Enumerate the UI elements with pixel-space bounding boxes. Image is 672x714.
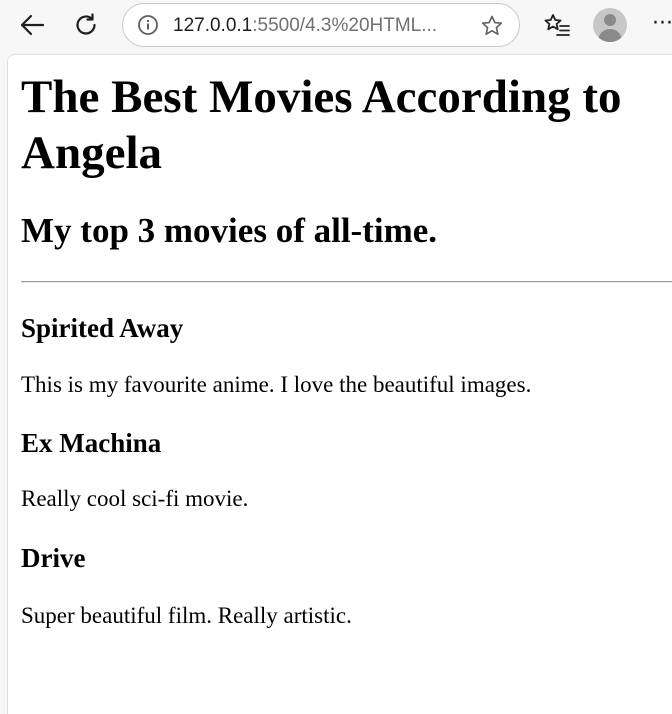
refresh-icon — [73, 12, 99, 38]
movie-description: Super beautiful film. Really artistic. — [21, 603, 352, 628]
more-menu-icon[interactable]: ··· — [652, 11, 672, 36]
movie-title: Ex Machina — [21, 428, 162, 458]
favorites-star-list-icon — [543, 12, 571, 38]
browser-toolbar: 127.0.0.1:5500/4.3%20HTML... ··· — [0, 0, 672, 54]
profile-avatar[interactable] — [593, 8, 627, 42]
movie-description: This is my favourite anime. I love the b… — [21, 372, 532, 397]
arrow-left-icon — [19, 14, 45, 36]
back-button[interactable] — [15, 8, 49, 42]
url-path: :5500/4.3%20HTML... — [252, 15, 438, 36]
avatar-body-shape — [598, 29, 622, 42]
favorites-button[interactable] — [540, 8, 574, 42]
avatar-head-shape — [604, 14, 616, 26]
movie-title: Spirited Away — [21, 313, 184, 343]
site-info-icon[interactable] — [137, 14, 159, 36]
divider — [21, 281, 672, 283]
page-title: The Best Movies According to Angela — [21, 71, 622, 179]
refresh-button[interactable] — [69, 8, 103, 42]
url-text[interactable]: 127.0.0.1:5500/4.3%20HTML... — [173, 15, 463, 37]
movie-description: Really cool sci-fi movie. — [21, 486, 249, 511]
star-icon[interactable] — [479, 14, 505, 38]
address-bar[interactable]: 127.0.0.1:5500/4.3%20HTML... — [122, 3, 520, 47]
page-subtitle: My top 3 movies of all-time. — [21, 211, 438, 250]
page-viewport: The Best Movies According to Angela My t… — [7, 54, 672, 714]
movie-title: Drive — [21, 543, 86, 573]
url-host: 127.0.0.1 — [173, 15, 253, 36]
